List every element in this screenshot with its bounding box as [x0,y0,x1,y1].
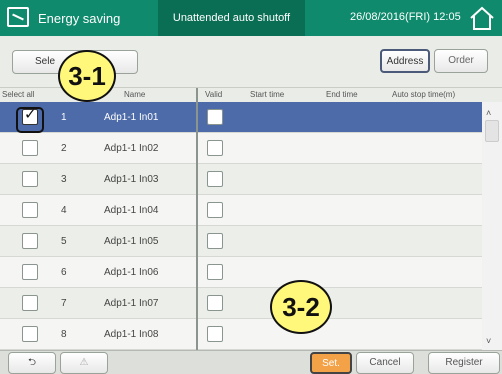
col-start-time: Start time [250,90,285,99]
address-button[interactable]: Address [380,49,430,73]
col-end-time: End time [326,90,358,99]
step-callout-2: 3-2 [270,280,332,334]
table-row[interactable]: 8 Adp1-1 In08 [0,319,482,350]
row-name: Adp1-1 In05 [104,236,159,247]
select-checkbox[interactable] [22,326,38,342]
register-button[interactable]: Register [428,352,500,374]
select-checkbox[interactable] [22,295,38,311]
col-valid: Valid [205,90,223,99]
back-arrow-icon: ⮌ [27,357,36,368]
table-row[interactable]: 6 Adp1-1 In06 [0,257,482,288]
valid-checkbox[interactable] [207,202,223,218]
select-checkbox[interactable] [22,140,38,156]
footer-bar: ⮌ ⚠ Set. Cancel Register [0,350,502,374]
home-icon[interactable] [466,3,498,33]
row-name: Adp1-1 In04 [104,205,159,216]
warning-icon: ⚠ [79,357,89,368]
cancel-button[interactable]: Cancel [356,352,414,374]
energy-saving-screen: Energy saving Unattended auto shutoff 26… [0,0,502,374]
row-number: 3 [61,174,67,185]
scroll-up-icon[interactable]: ˄ [486,108,491,118]
valid-checkbox[interactable] [207,295,223,311]
table-row[interactable]: 4 Adp1-1 In04 [0,195,482,226]
row-number: 8 [61,329,67,340]
warning-button[interactable]: ⚠ [60,352,108,374]
row-number: 6 [61,267,67,278]
col-name: Name [124,90,146,99]
scroll-down-icon[interactable]: ˅ [486,336,491,346]
group-list: ✓ 1 Adp1-1 In01 2 Adp1-1 In02 3 Adp1-1 I… [0,102,482,350]
col-select: Select all [2,90,35,99]
energy-saving-icon [7,7,29,27]
mode-label: Unattended auto shutoff [158,0,305,36]
row-number: 5 [61,236,67,247]
select-checkbox[interactable] [22,171,38,187]
select-checkbox[interactable] [22,264,38,280]
row-number: 2 [61,143,67,154]
valid-checkbox[interactable] [207,171,223,187]
scroll-thumb[interactable] [485,120,499,142]
select-all-label-start: Sele [35,56,56,67]
row-number: 1 [61,112,67,123]
column-divider [196,88,198,350]
scrollbar[interactable]: ˄ ˅ [482,102,502,350]
order-button[interactable]: Order [434,49,488,73]
row-number: 4 [61,205,67,216]
valid-checkbox[interactable] [207,140,223,156]
table-row[interactable]: 3 Adp1-1 In03 [0,164,482,195]
table-row[interactable]: ✓ 1 Adp1-1 In01 [0,102,482,133]
select-checkbox[interactable] [22,233,38,249]
step-callout-1: 3-1 [58,50,116,102]
table-row[interactable]: 2 Adp1-1 In02 [0,133,482,164]
set-button[interactable]: Set. [310,352,352,374]
valid-checkbox[interactable] [207,326,223,342]
col-auto-stop-time: Auto stop time(m) [392,90,456,99]
table-row[interactable]: 7 Adp1-1 In07 [0,288,482,319]
select-checkbox[interactable] [22,202,38,218]
valid-checkbox[interactable] [207,233,223,249]
row-name: Adp1-1 In02 [104,143,159,154]
row-name: Adp1-1 In03 [104,174,159,185]
checkbox-highlight [16,107,44,133]
valid-checkbox[interactable] [207,109,223,125]
valid-checkbox[interactable] [207,264,223,280]
row-name: Adp1-1 In06 [104,267,159,278]
title-bar: Energy saving Unattended auto shutoff 26… [0,0,502,36]
row-number: 7 [61,298,67,309]
row-name: Adp1-1 In07 [104,298,159,309]
table-row[interactable]: 5 Adp1-1 In05 [0,226,482,257]
row-name: Adp1-1 In08 [104,329,159,340]
screen-title: Energy saving [38,11,121,26]
datetime: 26/08/2016(FRI) 12:05 [350,11,461,23]
row-name: Adp1-1 In01 [104,112,159,123]
back-button[interactable]: ⮌ [8,352,56,374]
